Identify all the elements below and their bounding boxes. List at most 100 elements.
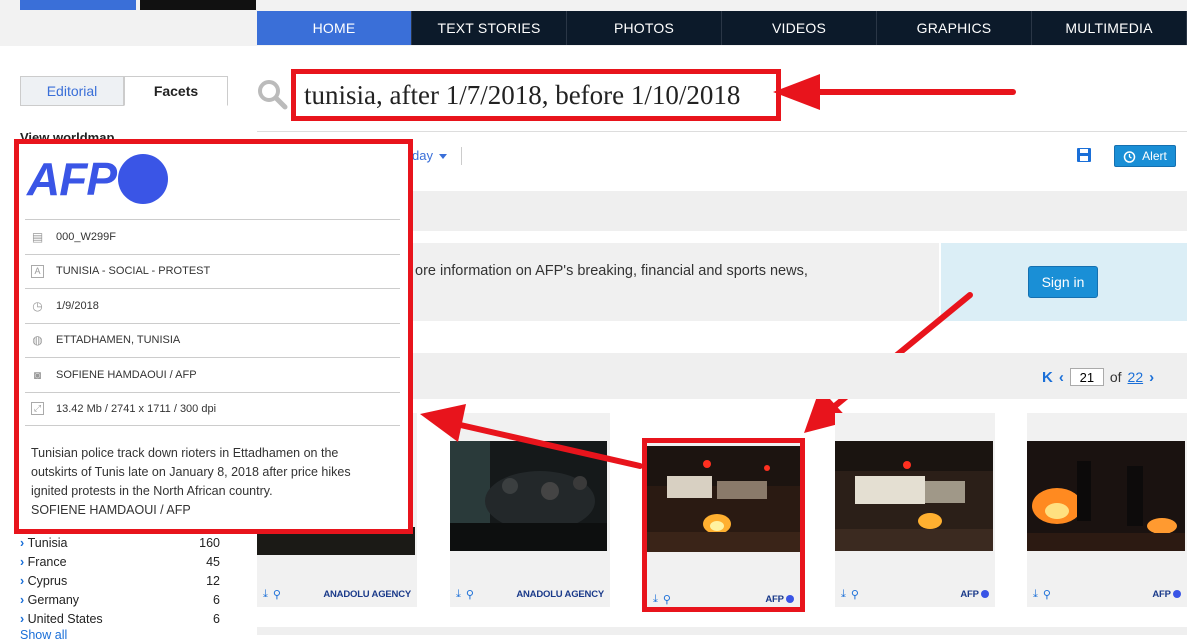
annotation-arrow-search bbox=[773, 74, 1016, 110]
facet-count: 160 bbox=[199, 535, 220, 550]
tab-editorial[interactable]: Editorial bbox=[20, 76, 124, 106]
facet-item[interactable]: Tunisia 160 bbox=[20, 533, 220, 552]
agency-label: ANADOLU AGENCY bbox=[323, 588, 411, 600]
caption-text: Tunisian police track down rioters in Et… bbox=[31, 446, 351, 498]
facet-count: 45 bbox=[206, 554, 220, 569]
facet-label: Germany bbox=[20, 593, 79, 607]
meta-row-location: ◍ ETTADHAMEN, TUNISIA bbox=[25, 322, 400, 358]
download-icon[interactable]: ⤓ bbox=[263, 588, 268, 601]
meta-value: SOFIENE HAMDAOUI / AFP bbox=[56, 368, 197, 381]
card-footer: ⤓ ⚲ AFP bbox=[835, 583, 995, 605]
thumbnail-image[interactable] bbox=[647, 446, 800, 552]
facet-item[interactable]: France 45 bbox=[20, 552, 220, 571]
facet-item[interactable]: United States 6 bbox=[20, 609, 220, 628]
bottom-bar bbox=[257, 627, 1187, 635]
download-icon[interactable]: ⤓ bbox=[1033, 588, 1038, 601]
alert-button[interactable]: Alert bbox=[1114, 145, 1176, 167]
show-all-link[interactable]: Show all bbox=[20, 628, 220, 642]
info-text: ore information on AFP's breaking, finan… bbox=[415, 263, 808, 279]
facet-label: Tunisia bbox=[20, 536, 68, 550]
divider bbox=[257, 131, 1187, 132]
afp-dot-icon bbox=[981, 589, 989, 598]
meta-value: TUNISIA - SOCIAL - PROTEST bbox=[56, 265, 211, 278]
afp-dot-icon bbox=[786, 594, 794, 603]
first-page-icon[interactable]: K bbox=[1042, 369, 1053, 386]
save-icon[interactable] bbox=[1076, 147, 1092, 163]
page-input[interactable] bbox=[1069, 368, 1104, 386]
prev-page-icon[interactable]: ‹ bbox=[1059, 369, 1064, 386]
country-facet-list: Tunisia 160 France 45 Cyprus 12 Germany 6 Un… bbox=[20, 533, 220, 642]
facet-item[interactable]: Cyprus 12 bbox=[20, 571, 220, 590]
meta-value: 1/9/2018 bbox=[56, 299, 99, 312]
total-pages-link[interactable]: 22 bbox=[1128, 369, 1144, 385]
card-footer: ⤓ ⚲ ANADOLU AGENCY bbox=[450, 583, 610, 605]
zoom-icon[interactable]: ⚲ bbox=[663, 593, 671, 606]
facet-label: France bbox=[20, 555, 67, 569]
divider bbox=[461, 147, 462, 165]
card-footer: ⤓ ⚲ ANADOLU AGENCY bbox=[257, 583, 417, 605]
clock-icon: ◷ bbox=[32, 298, 43, 313]
sidebar-tabs: Editorial Facets bbox=[20, 76, 228, 106]
card-footer: ⤓ ⚲ AFP bbox=[1027, 583, 1187, 605]
result-card-selected[interactable]: ⤓ ⚲ AFP bbox=[642, 438, 805, 612]
download-icon[interactable]: ⤓ bbox=[841, 588, 846, 601]
meta-row-credit: ◙ SOFIENE HAMDAOUI / AFP bbox=[25, 357, 400, 392]
tab-videos[interactable]: VIDEOS bbox=[722, 11, 877, 45]
header-blue-block bbox=[20, 0, 136, 10]
meta-value: 13.42 Mb / 2741 x 1711 / 300 dpi bbox=[56, 402, 217, 415]
card-footer: ⤓ ⚲ AFP bbox=[647, 588, 800, 610]
photo-detail-popup: AFP ▤ 000_W299F A TUNISIA - SOCIAL - PROTE… bbox=[14, 139, 413, 534]
next-page-icon[interactable]: › bbox=[1149, 369, 1154, 386]
facet-count: 6 bbox=[213, 611, 220, 626]
tab-home[interactable]: HOME bbox=[257, 11, 412, 45]
alarm-clock-icon bbox=[1123, 150, 1136, 163]
chevron-down-icon bbox=[438, 154, 447, 160]
resize-icon: ⤢ bbox=[31, 402, 44, 416]
meta-value: ETTADHAMEN, TUNISIA bbox=[56, 334, 181, 347]
agency-label: ANADOLU AGENCY bbox=[516, 588, 604, 600]
logo-dot-icon bbox=[118, 154, 168, 204]
tab-photos[interactable]: PHOTOS bbox=[567, 11, 722, 45]
thumbnail-image[interactable] bbox=[835, 441, 993, 551]
zoom-icon[interactable]: ⚲ bbox=[273, 588, 281, 601]
facet-item[interactable]: Germany 6 bbox=[20, 590, 220, 609]
caption-credit: SOFIENE HAMDAOUI / AFP bbox=[31, 503, 191, 517]
tab-text-stories[interactable]: TEXT STORIES bbox=[412, 11, 567, 45]
logo-text: AFP bbox=[27, 153, 117, 205]
sort-dropdown[interactable]: day bbox=[412, 148, 447, 163]
facet-count: 12 bbox=[206, 573, 220, 588]
alert-label: Alert bbox=[1142, 149, 1167, 163]
meta-row-date: ◷ 1/9/2018 bbox=[25, 288, 400, 323]
meta-row-specs: ⤢ 13.42 Mb / 2741 x 1711 / 300 dpi bbox=[25, 391, 400, 426]
signin-button[interactable]: Sign in bbox=[1028, 266, 1098, 298]
thumbnail-image[interactable] bbox=[1027, 441, 1185, 551]
header-dark-block bbox=[140, 0, 256, 10]
zoom-icon[interactable]: ⚲ bbox=[466, 588, 474, 601]
search-icon[interactable] bbox=[256, 78, 288, 110]
agency-label: AFP bbox=[765, 594, 794, 605]
tab-graphics[interactable]: GRAPHICS bbox=[877, 11, 1032, 45]
afp-dot-icon bbox=[1173, 589, 1181, 598]
pagination: K ‹ of 22 › bbox=[1042, 368, 1154, 386]
facet-count: 6 bbox=[213, 592, 220, 607]
sort-label: day bbox=[412, 148, 433, 163]
text-icon: A bbox=[31, 264, 44, 278]
tab-multimedia[interactable]: MULTIMEDIA bbox=[1032, 11, 1187, 45]
tab-facets[interactable]: Facets bbox=[124, 76, 228, 106]
document-icon: ▤ bbox=[31, 229, 44, 244]
result-card[interactable]: ⤓ ⚲ AFP bbox=[1027, 413, 1187, 607]
main-nav: HOME TEXT STORIES PHOTOS VIDEOS GRAPHICS… bbox=[257, 11, 1187, 45]
search-input[interactable]: tunisia, after 1/7/2018, before 1/10/201… bbox=[291, 69, 781, 121]
facet-label: Cyprus bbox=[20, 574, 68, 588]
agency-label: AFP bbox=[960, 589, 989, 600]
photo-caption: Tunisian police track down rioters in Et… bbox=[31, 444, 371, 520]
zoom-icon[interactable]: ⚲ bbox=[1043, 588, 1051, 601]
result-card[interactable]: ⤓ ⚲ AFP bbox=[835, 413, 995, 607]
download-icon[interactable]: ⤓ bbox=[456, 588, 461, 601]
meta-row-id: ▤ 000_W299F bbox=[25, 219, 400, 254]
of-label: of bbox=[1109, 369, 1122, 385]
zoom-icon[interactable]: ⚲ bbox=[851, 588, 859, 601]
meta-value: 000_W299F bbox=[56, 230, 116, 243]
facet-label: United States bbox=[20, 612, 103, 626]
download-icon[interactable]: ⤓ bbox=[653, 593, 658, 606]
